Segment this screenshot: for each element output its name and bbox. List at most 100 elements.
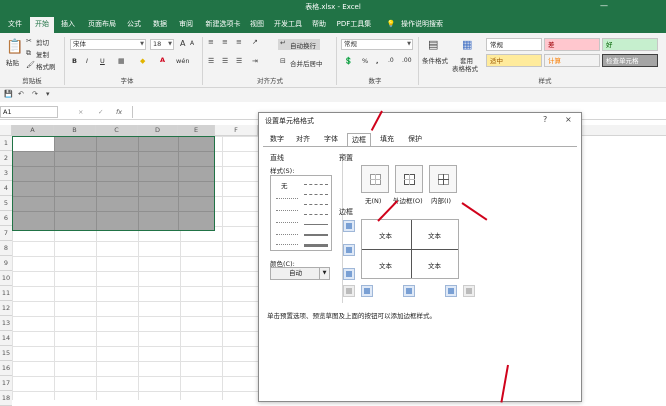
row-header[interactable]: 1 (0, 136, 12, 151)
format-painter-button[interactable]: 格式刷 (36, 61, 56, 71)
tab-view[interactable]: 视图 (246, 17, 268, 33)
border-diagonal-down-button[interactable] (463, 285, 475, 297)
tab-developer[interactable]: 开发工具 (270, 17, 306, 33)
align-top-icon[interactable]: ≡ (208, 38, 214, 46)
save-icon[interactable]: 💾 (4, 90, 13, 98)
row-header[interactable]: 11 (0, 286, 12, 301)
column-header-f[interactable]: F (215, 125, 258, 136)
tab-fill[interactable]: 填充 (375, 133, 399, 147)
close-button[interactable]: × (565, 115, 572, 124)
column-header-b[interactable]: B (54, 125, 96, 136)
font-size-combo[interactable]: 18 ▼ (150, 39, 174, 50)
paste-button[interactable]: 粘贴 (6, 57, 19, 67)
row-header[interactable]: 16 (0, 361, 12, 376)
conditional-format-icon[interactable]: ▤ (428, 38, 438, 51)
indent-icon[interactable]: ⇥ (252, 57, 258, 65)
border-middle-button[interactable] (343, 244, 355, 256)
tab-data[interactable]: 数据 (148, 17, 172, 33)
copy-icon[interactable]: ⧉ (26, 49, 31, 58)
align-bottom-icon[interactable]: ≡ (236, 38, 242, 46)
line-style-option[interactable] (304, 224, 328, 225)
borders-icon[interactable]: ▦ (118, 57, 125, 65)
style-good[interactable]: 好 (602, 38, 658, 51)
fill-color-icon[interactable]: ◆ (140, 57, 145, 65)
shrink-font-button[interactable]: A (190, 40, 194, 47)
font-name-combo[interactable]: 宋体 ▼ (70, 39, 146, 50)
tab-font[interactable]: 字体 (319, 133, 343, 147)
merge-icon[interactable]: ⊟ (280, 57, 286, 65)
row-header[interactable]: 14 (0, 331, 12, 346)
align-right-icon[interactable]: ☰ (236, 57, 242, 65)
style-bad[interactable]: 差 (544, 38, 600, 51)
enter-icon[interactable]: ✓ (98, 108, 103, 116)
format-as-table-line2[interactable]: 表格格式 (452, 63, 478, 73)
column-header-a[interactable]: A (12, 125, 54, 136)
row-header[interactable]: 15 (0, 346, 12, 361)
style-calculation[interactable]: 计算 (544, 54, 600, 67)
cut-button[interactable]: 剪切 (36, 37, 49, 47)
tell-me-search[interactable]: 操作说明搜索 (398, 17, 446, 33)
underline-button[interactable]: U (100, 57, 105, 65)
help-button[interactable]: ? (543, 115, 547, 124)
undo-icon[interactable]: ↶ (18, 90, 24, 98)
active-cell[interactable] (13, 137, 55, 151)
line-style-option[interactable] (304, 194, 328, 195)
line-style-option[interactable] (304, 234, 328, 236)
line-style-option[interactable] (304, 244, 328, 247)
increase-decimal-button[interactable]: .0 (388, 57, 394, 64)
tab-insert[interactable]: 插入 (56, 17, 80, 33)
column-header-d[interactable]: D (138, 125, 178, 136)
style-neutral[interactable]: 适中 (486, 54, 542, 67)
border-preview[interactable]: 文本 文本 文本 文本 (361, 219, 459, 279)
grow-font-button[interactable]: A (180, 39, 185, 48)
preset-none-button[interactable] (361, 165, 389, 193)
format-as-table-icon[interactable]: ▦ (462, 38, 472, 51)
percent-button[interactable]: % (362, 57, 368, 65)
preset-outline-button[interactable] (395, 165, 423, 193)
line-style-option[interactable] (304, 214, 328, 215)
format-painter-icon[interactable]: 🖌 (26, 61, 35, 69)
line-style-option[interactable] (276, 244, 298, 245)
bold-button[interactable]: B (72, 57, 77, 65)
tab-number[interactable]: 数字 (265, 133, 289, 147)
customize-icon[interactable]: ▾ (46, 90, 50, 98)
border-diagonal-up-button[interactable] (343, 285, 355, 297)
tab-border[interactable]: 边框 (347, 133, 371, 147)
name-box[interactable]: A1 (0, 106, 58, 118)
row-header[interactable]: 4 (0, 181, 12, 196)
conditional-format-button[interactable]: 条件格式 (422, 55, 448, 65)
border-left-button[interactable] (361, 285, 373, 297)
redo-icon[interactable]: ↷ (32, 90, 38, 98)
scissors-icon[interactable]: ✂ (26, 37, 32, 45)
function-icon[interactable]: fx (116, 108, 122, 116)
tab-home[interactable]: 开始 (30, 17, 54, 33)
align-middle-icon[interactable]: ≡ (222, 38, 228, 46)
line-style-option[interactable] (304, 204, 328, 205)
minimize-icon[interactable]: — (600, 1, 608, 10)
tab-pdf-tools[interactable]: PDF工具集 (334, 17, 374, 33)
line-style-option[interactable] (276, 222, 298, 223)
border-right-button[interactable] (445, 285, 457, 297)
column-header-c[interactable]: C (96, 125, 138, 136)
line-style-option[interactable] (276, 210, 298, 211)
paste-icon[interactable]: 📋 (6, 39, 23, 55)
merge-center-button[interactable]: 合并后居中 (290, 58, 323, 68)
tab-new-tab[interactable]: 新建选项卡 (200, 17, 246, 33)
align-left-icon[interactable]: ☰ (208, 57, 214, 65)
row-header[interactable]: 10 (0, 271, 12, 286)
number-format-combo[interactable]: 常规 ▼ (341, 39, 413, 50)
tab-help[interactable]: 帮助 (308, 17, 330, 33)
border-bottom-button[interactable] (343, 268, 355, 280)
row-header[interactable]: 3 (0, 166, 12, 181)
row-header[interactable]: 13 (0, 316, 12, 331)
row-header[interactable]: 18 (0, 391, 12, 406)
cancel-icon[interactable]: × (78, 108, 83, 116)
row-header[interactable]: 17 (0, 376, 12, 391)
copy-button[interactable]: 复制 (36, 49, 49, 59)
line-style-option[interactable] (276, 198, 298, 199)
column-header-e[interactable]: E (178, 125, 215, 136)
phonetic-button[interactable]: wén (176, 57, 189, 65)
row-header[interactable]: 12 (0, 301, 12, 316)
row-header[interactable]: 9 (0, 256, 12, 271)
line-style-option[interactable] (276, 234, 298, 235)
